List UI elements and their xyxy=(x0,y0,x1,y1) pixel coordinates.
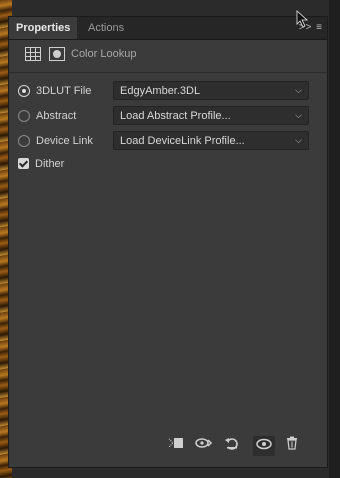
panel-footer xyxy=(9,427,327,467)
select-value: Load Abstract Profile... xyxy=(120,110,231,122)
option-label-abstract: Abstract xyxy=(36,110,77,122)
dither-checkbox[interactable] xyxy=(18,158,29,169)
option-label-3dlut: 3DLUT File xyxy=(36,85,92,97)
option-device-link-row: Device Link Load DeviceLink Profile... ⌵ xyxy=(9,131,327,153)
reset-icon[interactable] xyxy=(221,436,243,456)
device-link-profile-select[interactable]: Load DeviceLink Profile... ⌵ xyxy=(113,131,309,150)
radio-3dlut[interactable] xyxy=(18,85,30,97)
chevron-down-icon: ⌵ xyxy=(295,135,302,145)
visibility-eye-icon[interactable] xyxy=(253,436,275,456)
layer-mask-icon[interactable] xyxy=(49,47,65,61)
clip-to-layer-icon[interactable] xyxy=(165,436,187,456)
option-label-device-link: Device Link xyxy=(36,135,93,147)
tab-properties[interactable]: Properties xyxy=(9,17,78,39)
dither-label: Dither xyxy=(35,158,65,170)
properties-panel: Properties Actions >> ≡ Color Lookup 3DL… xyxy=(8,16,328,468)
radio-device-link[interactable] xyxy=(18,135,30,147)
mouse-cursor-icon xyxy=(296,10,309,28)
option-3dlut-row: 3DLUT File EdgyAmber.3DL ⌵ xyxy=(9,81,327,103)
panel-tabbar: Properties Actions >> ≡ xyxy=(9,17,327,40)
right-edge xyxy=(329,0,340,478)
dither-row: Dither xyxy=(9,154,327,176)
3dlut-file-select[interactable]: EdgyAmber.3DL ⌵ xyxy=(113,81,309,100)
select-value: Load DeviceLink Profile... xyxy=(120,135,245,147)
tab-actions[interactable]: Actions xyxy=(81,17,131,39)
adjustment-grid-icon[interactable] xyxy=(25,47,41,61)
chevron-down-icon: ⌵ xyxy=(295,85,302,95)
panel-menu-icon[interactable]: ≡ xyxy=(316,22,323,33)
radio-abstract[interactable] xyxy=(18,110,30,122)
abstract-profile-select[interactable]: Load Abstract Profile... ⌵ xyxy=(113,106,309,125)
select-value: EdgyAmber.3DL xyxy=(120,85,201,97)
adjustment-title: Color Lookup xyxy=(71,48,137,60)
adjustment-header: Color Lookup xyxy=(9,40,327,73)
option-abstract-row: Abstract Load Abstract Profile... ⌵ xyxy=(9,106,327,128)
chevron-down-icon: ⌵ xyxy=(295,110,302,120)
trash-icon[interactable] xyxy=(281,436,303,456)
view-previous-state-icon[interactable] xyxy=(193,436,215,456)
